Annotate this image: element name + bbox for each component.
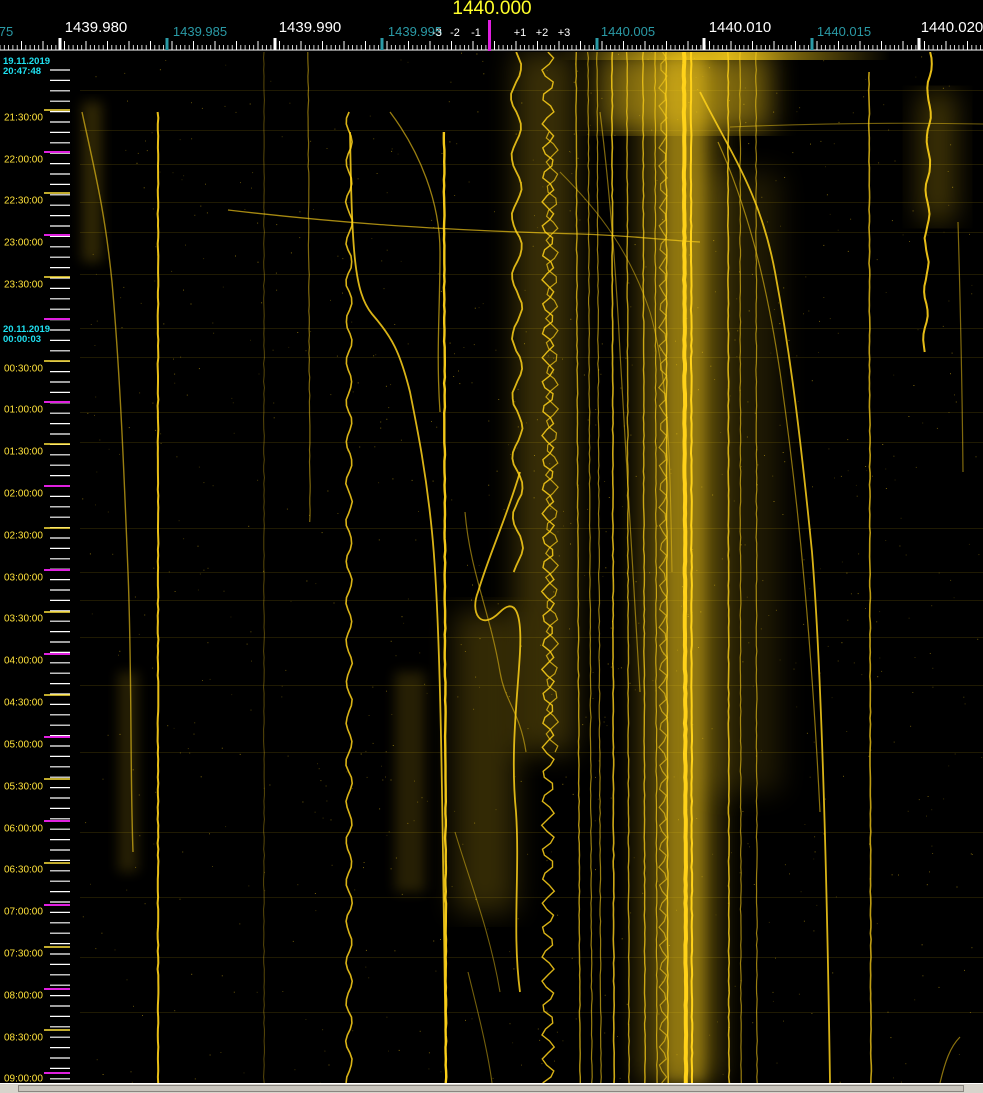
- freq-label-1440.020: 1440.020: [920, 19, 983, 36]
- freq-label-edge: 75: [0, 24, 14, 39]
- center-frequency: 1440.000: [452, 0, 532, 19]
- time-label: 04:00:00: [4, 655, 43, 667]
- offset-label-minus2: -2: [450, 27, 460, 39]
- offset-label-minus3: -3: [432, 27, 442, 39]
- time-label: 01:30:00: [4, 446, 43, 458]
- offset-label-plus2: +2: [535, 27, 549, 39]
- time-label: 22:00:00: [4, 154, 43, 166]
- start-time-label: 20:47:48: [3, 66, 42, 77]
- offset-label-plus3: +3: [557, 27, 571, 39]
- time-label: 01:00:00: [4, 404, 43, 416]
- time-label: 22:30:00: [4, 195, 43, 207]
- offset-label-plus1: +1: [513, 27, 527, 39]
- midnight-time-label: 00:00:03: [3, 334, 42, 345]
- diffuse-signal-regions: [82, 52, 955, 1083]
- scrollbar-thumb[interactable]: [18, 1085, 964, 1092]
- freq-label-1439.980: 1439.980: [64, 19, 128, 36]
- frequency-ruler: 1440.000 75 1439.980 1439.985 1439.990 1…: [0, 0, 983, 52]
- freq-label-1440.005: 1440.005: [600, 24, 656, 39]
- time-label: 23:30:00: [4, 279, 43, 291]
- time-axis: 19.11.2019 20:47:48 20.11.2019 00:00:03 …: [0, 52, 80, 1085]
- time-label: 02:30:00: [4, 530, 43, 542]
- freq-label-1439.985: 1439.985: [172, 24, 228, 39]
- time-label: 23:00:00: [4, 237, 43, 249]
- time-label: 08:00:00: [4, 990, 43, 1002]
- time-label: 03:30:00: [4, 613, 43, 625]
- time-label: 04:30:00: [4, 697, 43, 709]
- freq-label-1439.990: 1439.990: [278, 19, 342, 36]
- horizontal-scrollbar[interactable]: [0, 1083, 983, 1093]
- time-label: 03:00:00: [4, 572, 43, 584]
- time-label: 05:30:00: [4, 781, 43, 793]
- time-label: 00:30:00: [4, 363, 43, 375]
- time-label: 08:30:00: [4, 1032, 43, 1044]
- time-label: 21:30:00: [4, 112, 43, 124]
- freq-label-1440.015: 1440.015: [816, 24, 872, 39]
- time-ticks: [44, 69, 70, 1080]
- time-label: 07:30:00: [4, 948, 43, 960]
- freq-label-1440.010: 1440.010: [708, 19, 772, 36]
- waterfall-spectrogram[interactable]: [0, 52, 983, 1083]
- time-label: 06:30:00: [4, 864, 43, 876]
- center-frequency-marker: [488, 20, 491, 51]
- time-label: 05:00:00: [4, 739, 43, 751]
- time-label: 07:00:00: [4, 906, 43, 918]
- offset-label-minus1: -1: [471, 27, 481, 39]
- time-label: 02:00:00: [4, 488, 43, 500]
- time-label: 06:00:00: [4, 823, 43, 835]
